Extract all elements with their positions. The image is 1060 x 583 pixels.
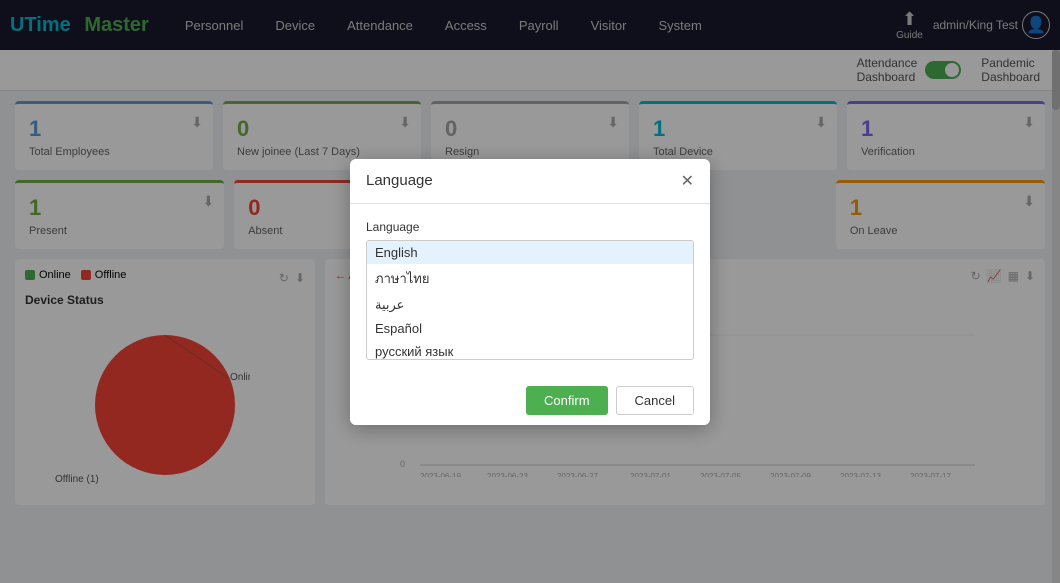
- modal-title: Language: [366, 172, 433, 189]
- lang-option-english[interactable]: English: [367, 241, 693, 264]
- confirm-button[interactable]: Confirm: [526, 386, 608, 415]
- lang-option-thai[interactable]: ภาษาไทย: [367, 264, 693, 293]
- language-field-label: Language: [366, 220, 694, 234]
- lang-option-spanish[interactable]: Español: [367, 317, 693, 340]
- lang-option-arabic[interactable]: عربية: [367, 293, 693, 317]
- language-modal: Language ✕ Language English ภาษาไทย عربي…: [350, 159, 710, 425]
- modal-header: Language ✕: [350, 159, 710, 204]
- cancel-button[interactable]: Cancel: [616, 386, 694, 415]
- modal-overlay[interactable]: Language ✕ Language English ภาษาไทย عربي…: [0, 0, 1060, 583]
- language-select[interactable]: English ภาษาไทย عربية Español русский яз…: [366, 240, 694, 360]
- modal-body: Language English ภาษาไทย عربية Español р…: [350, 204, 710, 376]
- modal-close-button[interactable]: ✕: [681, 171, 694, 191]
- lang-option-russian[interactable]: русский язык: [367, 340, 693, 360]
- modal-footer: Confirm Cancel: [350, 376, 710, 425]
